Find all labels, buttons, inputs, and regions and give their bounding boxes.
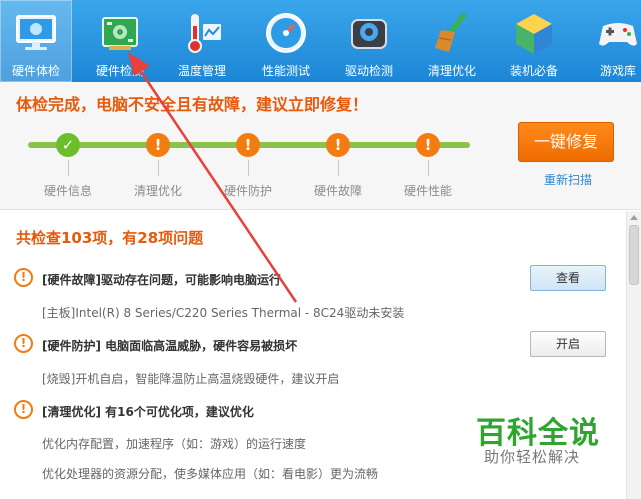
step-connector	[158, 160, 159, 176]
tab-game-library[interactable]: 游戏库	[582, 0, 641, 82]
one-click-fix-button[interactable]: 一键修复	[518, 122, 614, 162]
app-window: 硬件体检 硬件检测 温度管理 性能测试 驱动检测 清理优化 装机必备 游戏库 体…	[0, 0, 641, 499]
scroll-up-arrow-icon[interactable]	[630, 215, 638, 220]
warning-icon: !	[14, 400, 33, 419]
warning-icon: !	[14, 268, 33, 287]
tab-clean-optimize[interactable]: 清理优化	[416, 0, 488, 82]
tab-label: 驱动检测	[344, 64, 393, 78]
tab-hardware-checkup[interactable]: 硬件体检	[0, 0, 72, 82]
step-hardware-info-status: ✓	[56, 133, 80, 157]
step-hardware-fault-status: !	[326, 133, 350, 157]
rescan-link[interactable]: 重新扫描	[544, 171, 592, 188]
issue-detail: [烧毁]开机自启，智能降温防止高温烧毁硬件，建议开启	[42, 372, 340, 386]
step-connector	[338, 160, 339, 176]
results-scrollbar[interactable]	[626, 211, 641, 499]
tab-label: 温度管理	[177, 64, 226, 78]
step-label-hardware-fault: 硬件故障	[313, 184, 362, 198]
cube-icon	[516, 14, 552, 54]
top-toolbar: 硬件体检 硬件检测 温度管理 性能测试 驱动检测 清理优化 装机必备 游戏库	[0, 0, 641, 82]
step-label-hardware-performance: 硬件性能	[403, 184, 452, 198]
checkup-result-headline: 体检完成，电脑不安全且有故障，建议立即修复！	[16, 95, 369, 114]
thermometer-icon	[188, 14, 221, 53]
warning-icon: !	[14, 334, 33, 353]
enable-button[interactable]: 开启	[530, 331, 606, 357]
view-button[interactable]: 查看	[530, 265, 606, 291]
gear-chip-icon	[351, 19, 387, 49]
tab-performance[interactable]: 性能测试	[250, 0, 322, 82]
issue-detail: [主板]Intel(R) 8 Series/C220 Series Therma…	[42, 306, 405, 320]
step-hardware-performance-status: !	[416, 133, 440, 157]
step-connector	[68, 160, 69, 176]
step-label-hardware-protect: 硬件防护	[223, 184, 272, 198]
issue-title-overheat: [硬件防护] 电脑面临高温威胁，硬件容易被损坏	[42, 339, 298, 353]
step-connector	[248, 160, 249, 176]
step-label-clean-optimize: 清理优化	[133, 184, 182, 198]
results-summary: 共检查103项，有28项问题	[16, 229, 204, 247]
broom-icon	[435, 12, 467, 52]
tab-temperature[interactable]: 温度管理	[166, 0, 238, 82]
tab-label: 游戏库	[599, 64, 636, 78]
step-label-hardware-info: 硬件信息	[43, 184, 92, 198]
issue-detail: 优化内存配置，加速程序（如：游戏）的运行速度	[42, 437, 307, 451]
step-hardware-protect-status: !	[236, 133, 260, 157]
monitor-icon	[16, 15, 56, 50]
speedometer-icon	[266, 13, 306, 53]
tab-label: 硬件体检	[11, 64, 60, 78]
watermark-subtitle: 助你轻松解决	[484, 448, 581, 466]
scrollbar-thumb[interactable]	[629, 225, 639, 285]
gamepad-icon	[599, 23, 637, 46]
issue-title-driver: [硬件故障]驱动存在问题，可能影响电脑运行	[42, 273, 281, 287]
tab-driver-detect[interactable]: 驱动检测	[333, 0, 405, 82]
tab-hardware-detect[interactable]: 硬件检测	[84, 0, 156, 82]
circuit-board-icon	[102, 17, 138, 50]
tab-label: 硬件检测	[95, 64, 144, 78]
tab-essentials[interactable]: 装机必备	[498, 0, 570, 82]
step-clean-optimize-status: !	[146, 133, 170, 157]
step-connector	[428, 160, 429, 176]
tab-label: 性能测试	[261, 64, 310, 78]
issue-detail: 优化处理器的资源分配，使多媒体应用（如：看电影）更为流畅	[42, 467, 379, 481]
tab-label: 清理优化	[427, 64, 476, 78]
issue-title-optimize: [清理优化] 有16个可优化项，建议优化	[42, 405, 254, 419]
tab-label: 装机必备	[509, 64, 558, 78]
